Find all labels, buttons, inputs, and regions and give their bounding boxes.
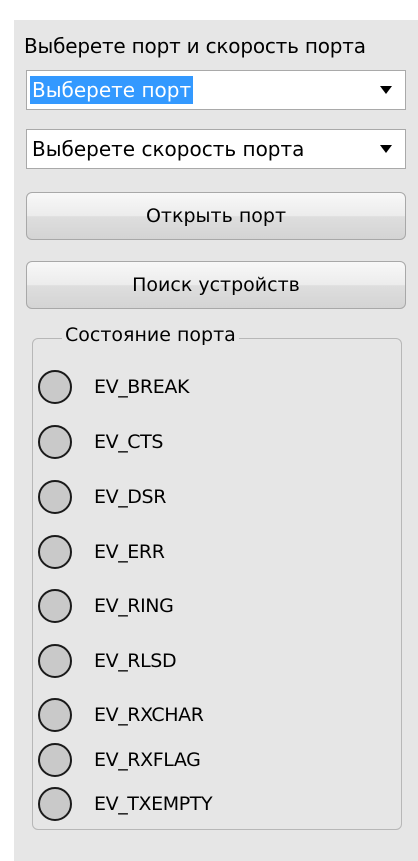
speed-select[interactable]: Выберете скорость порта <box>26 129 406 169</box>
port-event-item: EV_RXFLAG <box>38 740 201 780</box>
port-event-item: EV_DSR <box>38 477 166 517</box>
port-event-item: EV_CTS <box>38 422 163 462</box>
status-indicator-icon <box>38 743 72 777</box>
status-indicator-icon <box>38 589 72 623</box>
status-indicator-icon <box>38 370 72 404</box>
status-indicator-icon <box>38 425 72 459</box>
port-event-label: EV_BREAK <box>94 376 190 398</box>
port-event-item: EV_ERR <box>38 532 165 572</box>
port-status-label: Состояние порта <box>62 322 239 348</box>
port-select-value: Выберете порт <box>30 76 194 104</box>
speed-select-value: Выберете скорость порта <box>32 137 305 161</box>
status-indicator-icon <box>38 787 72 821</box>
search-devices-button[interactable]: Поиск устройств <box>26 261 406 309</box>
status-indicator-icon <box>38 480 72 514</box>
port-event-item: EV_BREAK <box>38 367 189 407</box>
port-event-item: EV_RLSD <box>38 641 177 681</box>
status-indicator-icon <box>38 535 72 569</box>
port-event-label: EV_TXEMPTY <box>94 793 213 815</box>
port-select[interactable]: Выберете порт <box>26 70 406 110</box>
dropdown-arrow-icon[interactable] <box>367 71 405 109</box>
port-event-label: EV_RING <box>94 595 174 617</box>
dropdown-arrow-icon[interactable] <box>367 130 405 168</box>
port-event-item: EV_RING <box>38 586 174 626</box>
open-port-button[interactable]: Открыть порт <box>26 192 406 240</box>
status-indicator-icon <box>38 644 72 678</box>
port-event-item: EV_TXEMPTY <box>38 784 213 824</box>
status-indicator-icon <box>38 698 72 732</box>
port-settings-title: Выберете порт и скорость порта <box>24 34 366 58</box>
port-event-item: EV_RXCHAR <box>38 695 204 735</box>
port-event-label: EV_RXCHAR <box>94 704 204 726</box>
port-event-label: EV_DSR <box>94 486 166 508</box>
port-event-label: EV_CTS <box>94 431 164 453</box>
port-event-label: EV_ERR <box>94 541 165 563</box>
port-event-label: EV_RXFLAG <box>94 749 201 771</box>
port-event-label: EV_RLSD <box>94 650 177 672</box>
